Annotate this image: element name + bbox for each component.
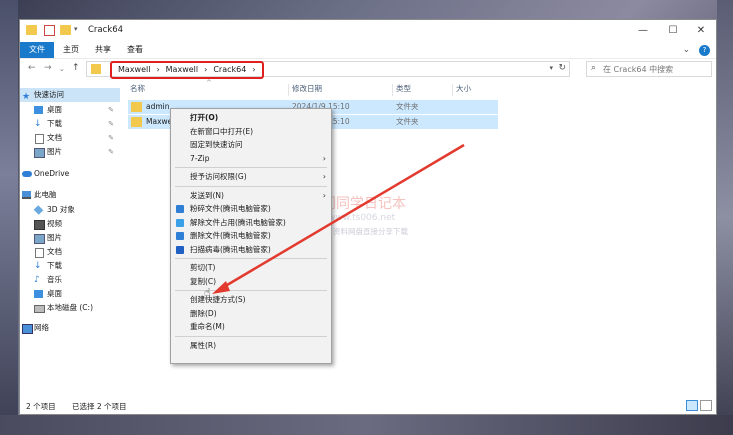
arrow-head-icon [212, 281, 230, 294]
mouse-cursor-icon: ☝ [204, 286, 211, 299]
arrow-line [221, 143, 465, 290]
annotation-arrow [212, 143, 465, 294]
